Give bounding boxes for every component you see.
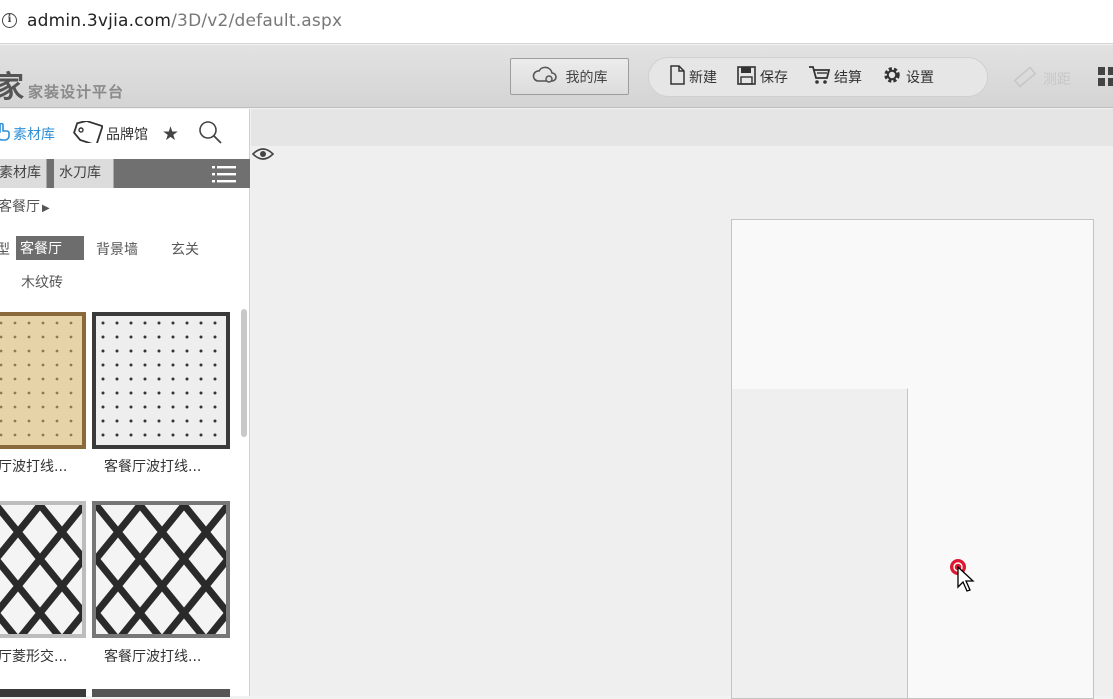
tab-brands-label: 品牌馆 (106, 127, 148, 143)
category-partial[interactable]: 型 (0, 239, 10, 259)
material-item[interactable] (92, 312, 230, 449)
new-file-icon (669, 65, 685, 89)
star-icon[interactable]: ★ (162, 123, 179, 145)
settings-button[interactable]: 设置 (882, 65, 934, 89)
main-toolbar: 新建 保存 结算 设置 (648, 57, 988, 97)
save-label: 保存 (760, 70, 788, 86)
eye-icon[interactable] (251, 146, 275, 166)
gear-icon (882, 65, 902, 89)
url-path: /3D/v2/default.aspx (171, 11, 343, 31)
material-thumbnail (0, 312, 86, 449)
url-text[interactable]: admin.3vjia.com/3D/v2/default.aspx (27, 11, 342, 31)
breadcrumb-label: 客餐厅 (0, 199, 40, 215)
tag-icon (73, 120, 104, 147)
ruler-icon (1013, 66, 1037, 92)
checkout-button[interactable]: 结算 (808, 65, 862, 89)
caret-right-icon: ▶ (42, 203, 50, 214)
material-item-label: 客餐厅波打线... (104, 649, 202, 665)
search-icon[interactable] (197, 119, 223, 149)
browser-address-bar[interactable]: i admin.3vjia.com/3D/v2/default.aspx (0, 0, 1113, 44)
material-item-label: 厅波打线... (0, 459, 68, 475)
my-library-button[interactable]: 我的库 (510, 58, 629, 95)
category-entrance[interactable]: 玄关 (171, 239, 199, 259)
material-sidebar: 素材库 品牌馆 ★ 素材库 水刀库 客餐厅 ▶ 型 客餐厅 背景墙 玄关 木纹砖 … (0, 109, 250, 697)
cart-icon (808, 65, 831, 89)
category-background-wall[interactable]: 背景墙 (96, 239, 138, 259)
tab-brands[interactable]: 品牌馆 (73, 120, 148, 147)
hand-cursor-icon (0, 122, 10, 145)
sidebar-scrollbar[interactable] (241, 309, 247, 437)
lib-tab-material[interactable]: 素材库 (0, 159, 47, 188)
new-label: 新建 (689, 70, 717, 86)
canvas-header-strip (251, 109, 1113, 146)
site-info-icon[interactable]: i (2, 13, 17, 28)
checkout-label: 结算 (834, 70, 862, 86)
grid-view-icon[interactable] (1098, 67, 1113, 91)
app-logo: 家 (0, 70, 24, 105)
mouse-cursor-icon (949, 558, 977, 598)
cloud-gear-icon (532, 65, 558, 89)
library-switch-bar: 素材库 水刀库 (0, 159, 250, 188)
settings-label: 设置 (906, 70, 934, 86)
material-item[interactable] (0, 501, 86, 638)
url-host: admin.3vjia.com (27, 11, 172, 31)
breadcrumb[interactable]: 客餐厅 ▶ (0, 196, 50, 216)
sidebar-tabs: 素材库 品牌馆 ★ (0, 109, 250, 159)
measure-button[interactable]: 测距 (1013, 66, 1071, 92)
app-subtitle: 家装设计平台 (28, 83, 125, 101)
material-thumbnail (92, 312, 230, 449)
measure-label: 测距 (1043, 72, 1071, 88)
tab-materials-label: 素材库 (13, 127, 55, 143)
new-button[interactable]: 新建 (669, 65, 717, 89)
material-item[interactable] (0, 312, 86, 449)
category-wood-tile[interactable]: 木纹砖 (21, 272, 63, 292)
material-item-label: 厅菱形交... (0, 649, 68, 665)
room-notch (732, 388, 908, 698)
save-icon (737, 65, 756, 89)
my-library-label: 我的库 (565, 69, 608, 86)
material-item[interactable] (92, 501, 230, 638)
material-thumbnail (0, 501, 86, 638)
lib-tab-water[interactable]: 水刀库 (54, 159, 114, 188)
save-button[interactable]: 保存 (737, 65, 788, 89)
material-item-label: 客餐厅波打线... (104, 459, 202, 475)
list-menu-icon[interactable] (212, 165, 236, 187)
tab-materials[interactable]: 素材库 (0, 122, 55, 145)
category-living-dining[interactable]: 客餐厅 (16, 236, 84, 260)
material-thumbnail (92, 501, 230, 638)
